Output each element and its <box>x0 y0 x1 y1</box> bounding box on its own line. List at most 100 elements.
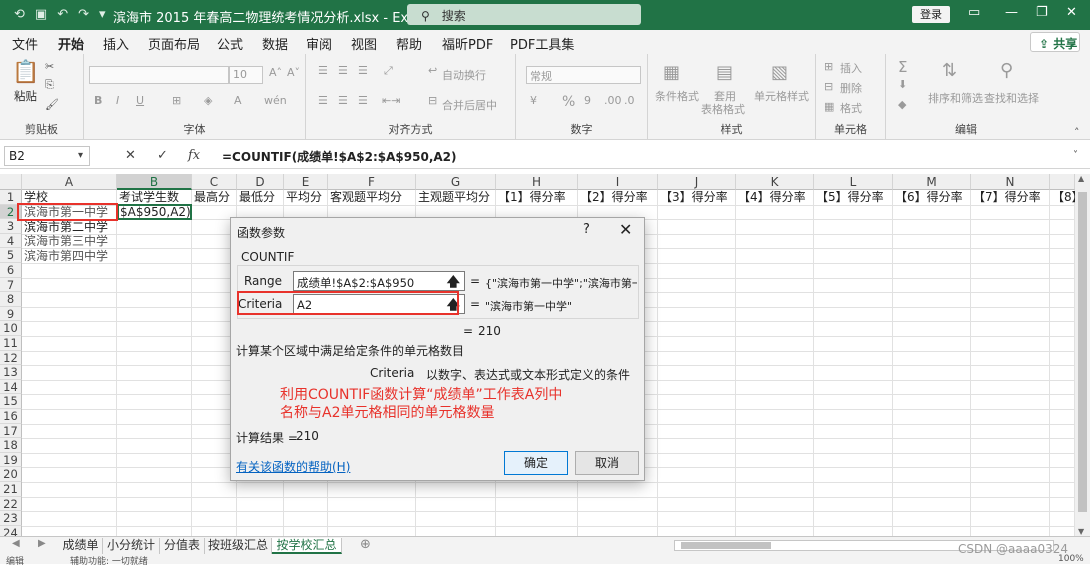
menu-data[interactable]: 数据 <box>262 34 288 53</box>
cell-n1[interactable]: 【7】得分率 <box>971 190 1041 205</box>
sheet-tab-class-summary[interactable]: 按班级汇总 <box>205 538 272 554</box>
cell-d1[interactable]: 最低分 <box>237 190 275 205</box>
expand-formula-icon[interactable]: ˅ <box>1073 150 1078 161</box>
italic-icon[interactable]: I <box>116 94 119 107</box>
range-input[interactable]: 成绩单!$A$2:$A$950 🡅 <box>293 271 465 291</box>
find-select-icon[interactable]: ⚲ <box>1000 60 1013 81</box>
fill-icon[interactable]: ⬇ <box>898 78 907 91</box>
menu-page-layout[interactable]: 页面布局 <box>148 34 200 53</box>
column-header-h[interactable]: H <box>496 174 578 190</box>
cancel-button[interactable]: 取消 <box>575 451 639 475</box>
phonetic-icon[interactable]: wén <box>264 94 287 107</box>
login-button[interactable]: 登录 <box>912 6 950 23</box>
find-select-label[interactable]: 查找和选择 <box>984 90 1039 106</box>
percent-icon[interactable]: % <box>562 94 575 110</box>
column-header-k[interactable]: K <box>736 174 814 190</box>
clear-icon[interactable]: ◆ <box>898 98 906 111</box>
format-cells-icon[interactable]: ▦ <box>824 100 834 113</box>
column-header-d[interactable]: D <box>237 174 284 190</box>
align-left-icon[interactable]: ☰ <box>318 94 328 107</box>
formula-input[interactable]: =COUNTIF(成绩单!$A$2:$A$950,A2) <box>222 148 457 165</box>
menu-pdf-tools[interactable]: PDF工具集 <box>510 34 574 53</box>
column-header-a[interactable]: A <box>22 174 117 190</box>
redo-icon[interactable]: ↷ <box>78 7 89 22</box>
cell-m1[interactable]: 【6】得分率 <box>893 190 963 205</box>
row-header[interactable]: 21 <box>0 482 22 497</box>
cell-j1[interactable]: 【3】得分率 <box>658 190 728 205</box>
font-name-box[interactable] <box>89 66 229 84</box>
cell-o1[interactable]: 【8】 <box>1050 190 1075 205</box>
cancel-formula-icon[interactable]: ✕ <box>125 148 136 163</box>
column-header-i[interactable]: I <box>578 174 658 190</box>
merge-center-icon[interactable]: ⊟ <box>428 94 437 107</box>
column-header-m[interactable]: M <box>893 174 971 190</box>
bold-icon[interactable]: B <box>94 94 102 107</box>
row-header[interactable]: 8 <box>0 292 22 307</box>
column-header-g[interactable]: G <box>416 174 496 190</box>
accessibility-status[interactable]: 辅助功能: 一切就绪 <box>70 554 148 567</box>
row-header[interactable]: 14 <box>0 379 22 395</box>
row-header[interactable]: 22 <box>0 496 22 512</box>
vertical-scroll-thumb[interactable] <box>1078 192 1087 512</box>
row-header[interactable]: 11 <box>0 336 22 351</box>
row-header[interactable]: 4 <box>0 233 22 249</box>
bottom-align-icon[interactable]: ☰ <box>358 64 368 77</box>
indent-icon[interactable]: ⇤⇥ <box>382 94 400 107</box>
column-header-f[interactable]: F <box>328 174 416 190</box>
delete-cells-label[interactable]: 删除 <box>840 80 862 96</box>
orientation-icon[interactable]: ⤢ <box>384 64 393 78</box>
cell-g1[interactable]: 主观题平均分 <box>416 190 490 205</box>
sheet-tab-grades[interactable]: 成绩单 <box>59 538 103 554</box>
row-header[interactable]: 20 <box>0 467 22 482</box>
column-header-l[interactable]: L <box>814 174 893 190</box>
cell-k1[interactable]: 【4】得分率 <box>736 190 806 205</box>
decrease-decimal-icon[interactable]: .0 <box>624 94 635 107</box>
cell-e1[interactable]: 平均分 <box>284 190 322 205</box>
wrap-text-label[interactable]: 自动换行 <box>442 67 486 83</box>
increase-decimal-icon[interactable]: .00 <box>604 94 622 107</box>
prev-sheet-icon[interactable]: ◀ <box>12 538 20 549</box>
align-center-icon[interactable]: ☰ <box>338 94 348 107</box>
row-header[interactable]: 24 <box>0 525 22 536</box>
save-icon[interactable]: ▣ <box>35 7 47 22</box>
column-header-c[interactable]: C <box>192 174 237 190</box>
row-header[interactable]: 18 <box>0 438 22 453</box>
sort-filter-icon[interactable]: ⇅ <box>942 60 957 81</box>
cell-l1[interactable]: 【5】得分率 <box>814 190 884 205</box>
menu-foxit-pdf[interactable]: 福昕PDF <box>442 34 493 53</box>
paste-label[interactable]: 粘贴 <box>14 88 37 104</box>
scroll-down-icon[interactable]: ▼ <box>1078 527 1084 536</box>
paste-icon[interactable]: 📋 <box>12 60 39 85</box>
menu-formulas[interactable]: 公式 <box>217 34 243 53</box>
row-header[interactable]: 5 <box>0 248 22 263</box>
add-sheet-icon[interactable]: ⊕ <box>360 537 371 552</box>
align-right-icon[interactable]: ☰ <box>358 94 368 107</box>
row-header[interactable]: 13 <box>0 365 22 380</box>
autosave-icon[interactable]: ⟲ <box>14 7 25 22</box>
sheet-tab-school-summary[interactable]: 按学校汇总 <box>272 538 342 554</box>
row-header[interactable]: 17 <box>0 423 22 439</box>
merge-center-label[interactable]: 合并后居中 <box>442 97 497 113</box>
cell-a5[interactable]: 滨海市第四中学 <box>22 249 108 264</box>
fill-color-icon[interactable]: ◈ <box>204 94 212 107</box>
menu-help[interactable]: 帮助 <box>396 34 422 53</box>
dialog-close-icon[interactable]: ✕ <box>619 220 632 239</box>
row-header[interactable]: 7 <box>0 277 22 293</box>
row-header[interactable]: 16 <box>0 409 22 424</box>
cell-a4[interactable]: 滨海市第三中学 <box>22 234 108 249</box>
cell-b1[interactable]: 考试学生数 <box>117 190 179 205</box>
menu-insert[interactable]: 插入 <box>103 34 129 53</box>
menu-view[interactable]: 视图 <box>351 34 377 53</box>
cell-styles-label[interactable]: 单元格样式 <box>754 88 809 104</box>
next-sheet-icon[interactable]: ▶ <box>38 538 46 549</box>
column-header-j[interactable]: J <box>658 174 736 190</box>
row-header[interactable]: 9 <box>0 306 22 322</box>
row-header[interactable]: 3 <box>0 219 22 234</box>
scroll-up-icon[interactable]: ▲ <box>1078 174 1084 183</box>
column-header-o[interactable] <box>1050 174 1075 190</box>
format-table-icon[interactable]: ▤ <box>716 62 733 83</box>
comma-icon[interactable]: 9 <box>584 94 591 107</box>
search-box[interactable]: ⚲ 搜索 <box>407 4 641 25</box>
dialog-help-icon[interactable]: ? <box>583 222 590 237</box>
row-header[interactable]: 6 <box>0 263 22 278</box>
